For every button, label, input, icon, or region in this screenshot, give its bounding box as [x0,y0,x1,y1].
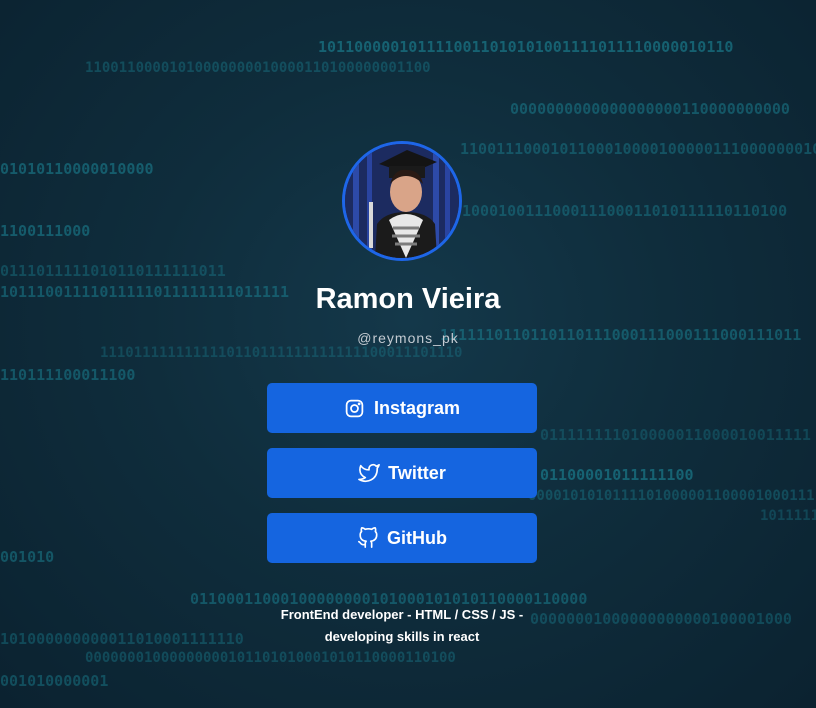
avatar [342,141,462,261]
instagram-label: Instagram [373,397,461,418]
profile-bio: FrontEnd developer - HTML / CSS / JS - d… [280,607,524,644]
instagram-button[interactable]: Instagram [267,383,537,433]
social-links: Instagram Twitter GitHub [267,383,537,578]
twitter-icon [358,462,381,484]
twitter-button[interactable]: Twitter [267,448,537,498]
profile-handle: @reymons_pk [357,330,459,346]
avatar-photo [345,144,459,258]
profile-card: Ramon Vieira @reymons_pk Instagram Twitt… [0,0,816,708]
profile-name: Ramon Vieira [315,283,501,315]
github-button[interactable]: GitHub [267,513,537,563]
github-icon [357,527,379,549]
instagram-icon [344,397,366,419]
github-label: GitHub [387,527,447,548]
twitter-label: Twitter [388,462,446,483]
